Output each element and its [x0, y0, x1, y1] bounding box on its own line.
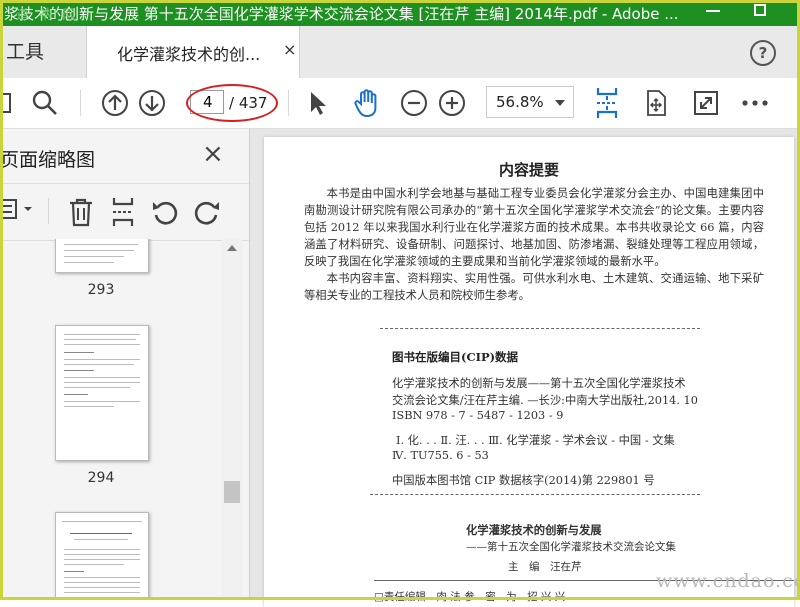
cip-line: ISBN 978 - 7 - 5487 - 1203 - 9	[392, 409, 564, 422]
tab-bar: 工具 化学灌浆技术的创... ×	[0, 26, 800, 79]
panel-toolbar	[0, 183, 249, 241]
watermark-bottom: www.cndao.com	[656, 570, 800, 592]
maximize-button[interactable]	[754, 4, 766, 16]
scrollbar-thumb[interactable]	[224, 481, 240, 503]
zoom-in-icon[interactable]	[436, 78, 468, 128]
zoom-value: 56.8%	[496, 93, 544, 111]
more-options-icon[interactable]	[738, 78, 772, 128]
thumbnail-options-icon[interactable]	[0, 184, 36, 234]
toolbar-separator	[80, 90, 81, 116]
book-editor: 主 编 汪在芹	[508, 561, 582, 573]
trash-icon[interactable]	[64, 184, 98, 240]
divider	[380, 328, 700, 329]
fit-page-icon[interactable]	[640, 78, 672, 128]
document-page: 内容提要 本书是由中国水利学会地基与基础工程专业委员会化学灌浆分会主办、中国电建…	[264, 137, 794, 607]
content-summary-heading: 内容提要	[498, 161, 559, 179]
hand-tool-icon[interactable]	[350, 78, 384, 128]
book-subtitle: ——第十五次全国化学灌浆技术交流会论文集	[466, 541, 676, 553]
document-viewport[interactable]: 内容提要 本书是由中国水利学会地基与基础工程专业委员会化学灌浆分会主办、中国电建…	[250, 129, 800, 607]
rotate-right-icon[interactable]	[190, 184, 224, 240]
watermark-top: 道 衲 网	[16, 8, 79, 23]
zoom-select[interactable]: 56.8%	[486, 86, 574, 118]
cip-line: Ⅳ. TU755. 6 - 53	[392, 449, 489, 462]
cip-line: 交流会论文集/汪在芹主编. —长沙:中南大学出版社,2014. 10	[392, 394, 698, 407]
thumbnail-page-295[interactable]	[55, 512, 149, 600]
toolbar	[0, 78, 800, 129]
thumbnail-page-294[interactable]	[55, 325, 149, 461]
cip-line: Ⅰ. 化. . . Ⅱ. 汪. . . Ⅲ. 化学灌浆 - 学术会议 - 中国 …	[396, 434, 675, 447]
minimize-button[interactable]	[706, 10, 720, 12]
full-screen-icon[interactable]	[690, 78, 722, 128]
panel-close-icon[interactable]: ×	[202, 139, 224, 169]
toolbar-separator	[288, 90, 289, 116]
cip-line: 化学灌浆技术的创新与发展——第十五次全国化学灌浆技术	[392, 377, 686, 390]
insert-pages-icon[interactable]	[106, 184, 140, 240]
page-view-icon[interactable]	[0, 78, 14, 128]
red-highlight-ring	[186, 84, 278, 122]
title-bar: 浆技术的创新与发展 第十五次全国化学灌浆学术交流会论文集 [汪在芹 主编] 20…	[0, 0, 800, 26]
zoom-out-icon[interactable]	[398, 78, 430, 128]
divider	[370, 494, 700, 495]
tab-close-icon[interactable]: ×	[283, 40, 296, 59]
tab-document[interactable]: 化学灌浆技术的创... ×	[86, 26, 300, 79]
select-tool-icon[interactable]	[302, 78, 332, 128]
responsible-editor-line: □责任编辑 肉 法 参 密 为 招 兴 兴	[374, 591, 566, 603]
scroll-up-icon[interactable]	[227, 245, 237, 251]
cip-line: 中国版本图书馆 CIP 数据核字(2014)第 229801 号	[392, 474, 655, 487]
search-icon[interactable]	[28, 78, 62, 128]
thumbnail-label: 293	[87, 282, 115, 298]
toolbar-separator	[48, 198, 49, 224]
panel-title: 页面缩略图	[0, 149, 96, 171]
thumbnail-list: 293 294	[0, 239, 222, 600]
previous-page-icon[interactable]	[98, 78, 132, 128]
help-icon[interactable]: ?	[750, 40, 776, 66]
summary-paragraph: 本书是由中国水利学会地基与基础工程专业委员会化学灌浆分会主办、中国电建集团中南勘…	[304, 187, 764, 268]
thumbnail-label: 294	[87, 470, 115, 486]
thumbnail-page-293[interactable]	[55, 239, 149, 273]
chevron-down-icon	[555, 100, 565, 106]
rotate-left-icon[interactable]	[148, 184, 182, 240]
thumbnail-scrollbar[interactable]	[222, 239, 242, 600]
thumbnails-panel: 页面缩略图 × 293 294	[0, 129, 250, 600]
summary-paragraph: 本书内容丰富、资料翔实、实用性强。可供水利水电、土木建筑、交通运输、地下采矿等相…	[304, 272, 764, 302]
tab-tools[interactable]: 工具	[0, 26, 80, 78]
tab-document-label: 化学灌浆技术的创...	[117, 45, 261, 64]
scroll-mode-icon[interactable]	[592, 78, 622, 128]
book-title: 化学灌浆技术的创新与发展	[466, 523, 602, 537]
cip-title: 图书在版编目(CIP)数据	[392, 350, 519, 364]
window-title: 浆技术的创新与发展 第十五次全国化学灌浆学术交流会论文集 [汪在芹 主编] 20…	[4, 5, 679, 23]
next-page-icon[interactable]	[135, 78, 169, 128]
